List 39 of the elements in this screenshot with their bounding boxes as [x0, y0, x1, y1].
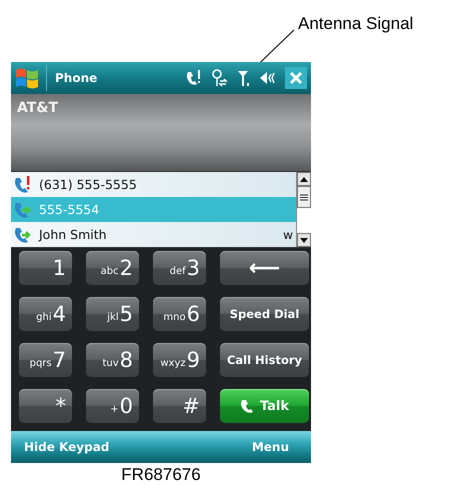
call-log-row[interactable]: John Smith w [11, 222, 296, 247]
speaker-icon[interactable] [259, 70, 277, 86]
dial-key[interactable]: tuv 8 [86, 343, 139, 377]
dial-key[interactable]: # [153, 389, 206, 423]
windows-logo-icon[interactable] [14, 66, 40, 90]
close-icon [289, 71, 303, 85]
figure-caption: FR687676 [121, 465, 201, 484]
soft-key[interactable]: Hide Keypad [24, 440, 110, 454]
window-title: Phone [55, 71, 98, 85]
scroll-down-button[interactable] [297, 233, 311, 247]
down-arrow-icon [300, 238, 308, 242]
dial-key[interactable]: +0 [86, 389, 139, 423]
annotation-label: Antenna Signal [298, 14, 414, 34]
dial-key[interactable]: * [19, 389, 72, 423]
grip-icon [300, 194, 308, 200]
dial-key[interactable]: wxyz 9 [153, 343, 206, 377]
carrier-name: AT&T [17, 100, 58, 116]
dial-key[interactable]: jkl 5 [86, 297, 139, 331]
phone-icon [240, 399, 254, 413]
dial-key[interactable]: pqrs 7 [19, 343, 72, 377]
scroll-up-button[interactable] [297, 172, 311, 186]
connection-icon[interactable] [211, 69, 229, 87]
backspace-key[interactable]: ⟵ [220, 251, 309, 285]
action-button[interactable]: Call History [220, 343, 309, 377]
action-button[interactable]: Speed Dial [220, 297, 309, 331]
call-entry-text: (631) 555-5555 [39, 177, 138, 192]
work-tag: w [283, 228, 293, 242]
dial-key[interactable]: mno 6 [153, 297, 206, 331]
call-log-row[interactable]: (631) 555-5555 [11, 172, 296, 197]
scroll-thumb[interactable] [297, 186, 311, 208]
dial-key[interactable]: abc 2 [86, 251, 139, 285]
phone-alert-icon[interactable] [185, 69, 203, 87]
antenna-signal-icon[interactable] [237, 69, 251, 87]
call-entry-text: John Smith [39, 227, 108, 242]
up-arrow-icon [300, 176, 308, 182]
call-entry-text: 555-5554 [39, 202, 100, 217]
dial-key[interactable]: ghi 4 [19, 297, 72, 331]
dial-key[interactable]: def3 [153, 251, 206, 285]
dial-key[interactable]: 1 [19, 251, 72, 285]
